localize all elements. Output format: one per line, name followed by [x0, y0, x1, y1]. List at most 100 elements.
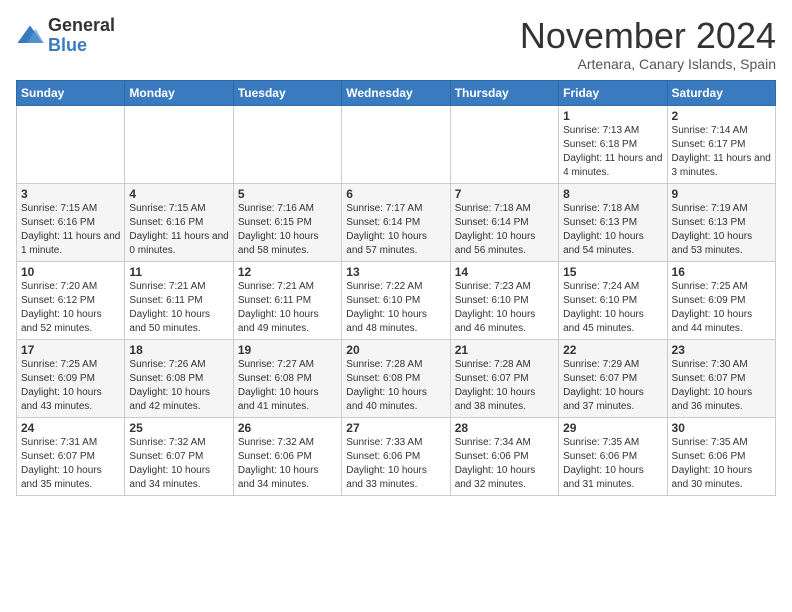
- calendar-cell: 21Sunrise: 7:28 AMSunset: 6:07 PMDayligh…: [450, 339, 558, 417]
- day-info: Sunrise: 7:25 AMSunset: 6:09 PMDaylight:…: [21, 358, 120, 414]
- calendar-cell: 29Sunrise: 7:35 AMSunset: 6:06 PMDayligh…: [559, 417, 667, 495]
- calendar-cell: 16Sunrise: 7:25 AMSunset: 6:09 PMDayligh…: [667, 261, 775, 339]
- month-title: November 2024: [520, 16, 776, 56]
- calendar-cell: 12Sunrise: 7:21 AMSunset: 6:11 PMDayligh…: [233, 261, 341, 339]
- day-info: Sunrise: 7:29 AMSunset: 6:07 PMDaylight:…: [563, 358, 662, 414]
- calendar-cell: 15Sunrise: 7:24 AMSunset: 6:10 PMDayligh…: [559, 261, 667, 339]
- weekday-header-tuesday: Tuesday: [233, 80, 341, 105]
- day-number: 17: [21, 343, 120, 357]
- calendar-table: SundayMondayTuesdayWednesdayThursdayFrid…: [16, 80, 776, 496]
- day-number: 16: [672, 265, 771, 279]
- calendar-cell: [450, 105, 558, 183]
- weekday-header-monday: Monday: [125, 80, 233, 105]
- logo: General Blue: [16, 16, 115, 56]
- calendar-cell: [125, 105, 233, 183]
- day-number: 5: [238, 187, 337, 201]
- day-number: 12: [238, 265, 337, 279]
- day-number: 4: [129, 187, 228, 201]
- day-info: Sunrise: 7:21 AMSunset: 6:11 PMDaylight:…: [129, 280, 228, 336]
- day-number: 14: [455, 265, 554, 279]
- calendar-cell: 2Sunrise: 7:14 AMSunset: 6:17 PMDaylight…: [667, 105, 775, 183]
- day-info: Sunrise: 7:15 AMSunset: 6:16 PMDaylight:…: [129, 202, 228, 258]
- day-info: Sunrise: 7:15 AMSunset: 6:16 PMDaylight:…: [21, 202, 120, 258]
- calendar-cell: 7Sunrise: 7:18 AMSunset: 6:14 PMDaylight…: [450, 183, 558, 261]
- logo-icon: [16, 22, 44, 50]
- calendar-cell: 6Sunrise: 7:17 AMSunset: 6:14 PMDaylight…: [342, 183, 450, 261]
- day-info: Sunrise: 7:20 AMSunset: 6:12 PMDaylight:…: [21, 280, 120, 336]
- day-info: Sunrise: 7:16 AMSunset: 6:15 PMDaylight:…: [238, 202, 337, 258]
- day-info: Sunrise: 7:13 AMSunset: 6:18 PMDaylight:…: [563, 124, 662, 180]
- day-info: Sunrise: 7:25 AMSunset: 6:09 PMDaylight:…: [672, 280, 771, 336]
- calendar-cell: 27Sunrise: 7:33 AMSunset: 6:06 PMDayligh…: [342, 417, 450, 495]
- day-number: 7: [455, 187, 554, 201]
- day-number: 10: [21, 265, 120, 279]
- logo-text: General Blue: [48, 16, 115, 56]
- day-info: Sunrise: 7:24 AMSunset: 6:10 PMDaylight:…: [563, 280, 662, 336]
- day-number: 13: [346, 265, 445, 279]
- logo-blue: Blue: [48, 36, 115, 56]
- week-row-5: 24Sunrise: 7:31 AMSunset: 6:07 PMDayligh…: [17, 417, 776, 495]
- day-info: Sunrise: 7:18 AMSunset: 6:14 PMDaylight:…: [455, 202, 554, 258]
- day-info: Sunrise: 7:28 AMSunset: 6:07 PMDaylight:…: [455, 358, 554, 414]
- calendar-cell: 4Sunrise: 7:15 AMSunset: 6:16 PMDaylight…: [125, 183, 233, 261]
- calendar-cell: 24Sunrise: 7:31 AMSunset: 6:07 PMDayligh…: [17, 417, 125, 495]
- week-row-3: 10Sunrise: 7:20 AMSunset: 6:12 PMDayligh…: [17, 261, 776, 339]
- day-info: Sunrise: 7:30 AMSunset: 6:07 PMDaylight:…: [672, 358, 771, 414]
- weekday-header-thursday: Thursday: [450, 80, 558, 105]
- day-info: Sunrise: 7:18 AMSunset: 6:13 PMDaylight:…: [563, 202, 662, 258]
- day-info: Sunrise: 7:23 AMSunset: 6:10 PMDaylight:…: [455, 280, 554, 336]
- day-number: 22: [563, 343, 662, 357]
- calendar-cell: 26Sunrise: 7:32 AMSunset: 6:06 PMDayligh…: [233, 417, 341, 495]
- week-row-1: 1Sunrise: 7:13 AMSunset: 6:18 PMDaylight…: [17, 105, 776, 183]
- calendar-cell: 20Sunrise: 7:28 AMSunset: 6:08 PMDayligh…: [342, 339, 450, 417]
- day-info: Sunrise: 7:27 AMSunset: 6:08 PMDaylight:…: [238, 358, 337, 414]
- day-number: 20: [346, 343, 445, 357]
- day-number: 9: [672, 187, 771, 201]
- day-number: 8: [563, 187, 662, 201]
- day-info: Sunrise: 7:32 AMSunset: 6:07 PMDaylight:…: [129, 436, 228, 492]
- day-info: Sunrise: 7:34 AMSunset: 6:06 PMDaylight:…: [455, 436, 554, 492]
- calendar-cell: 19Sunrise: 7:27 AMSunset: 6:08 PMDayligh…: [233, 339, 341, 417]
- day-info: Sunrise: 7:31 AMSunset: 6:07 PMDaylight:…: [21, 436, 120, 492]
- calendar-cell: 11Sunrise: 7:21 AMSunset: 6:11 PMDayligh…: [125, 261, 233, 339]
- calendar-cell: [17, 105, 125, 183]
- calendar-cell: 13Sunrise: 7:22 AMSunset: 6:10 PMDayligh…: [342, 261, 450, 339]
- weekday-header-row: SundayMondayTuesdayWednesdayThursdayFrid…: [17, 80, 776, 105]
- calendar-cell: 18Sunrise: 7:26 AMSunset: 6:08 PMDayligh…: [125, 339, 233, 417]
- week-row-4: 17Sunrise: 7:25 AMSunset: 6:09 PMDayligh…: [17, 339, 776, 417]
- location-subtitle: Artenara, Canary Islands, Spain: [520, 56, 776, 72]
- calendar-cell: 10Sunrise: 7:20 AMSunset: 6:12 PMDayligh…: [17, 261, 125, 339]
- day-info: Sunrise: 7:33 AMSunset: 6:06 PMDaylight:…: [346, 436, 445, 492]
- day-info: Sunrise: 7:14 AMSunset: 6:17 PMDaylight:…: [672, 124, 771, 180]
- calendar-cell: 1Sunrise: 7:13 AMSunset: 6:18 PMDaylight…: [559, 105, 667, 183]
- day-info: Sunrise: 7:26 AMSunset: 6:08 PMDaylight:…: [129, 358, 228, 414]
- day-number: 15: [563, 265, 662, 279]
- weekday-header-sunday: Sunday: [17, 80, 125, 105]
- calendar-cell: [233, 105, 341, 183]
- calendar-cell: 5Sunrise: 7:16 AMSunset: 6:15 PMDaylight…: [233, 183, 341, 261]
- weekday-header-saturday: Saturday: [667, 80, 775, 105]
- day-info: Sunrise: 7:21 AMSunset: 6:11 PMDaylight:…: [238, 280, 337, 336]
- calendar-cell: 3Sunrise: 7:15 AMSunset: 6:16 PMDaylight…: [17, 183, 125, 261]
- day-number: 3: [21, 187, 120, 201]
- day-number: 11: [129, 265, 228, 279]
- day-info: Sunrise: 7:28 AMSunset: 6:08 PMDaylight:…: [346, 358, 445, 414]
- day-number: 27: [346, 421, 445, 435]
- calendar-cell: 9Sunrise: 7:19 AMSunset: 6:13 PMDaylight…: [667, 183, 775, 261]
- day-info: Sunrise: 7:17 AMSunset: 6:14 PMDaylight:…: [346, 202, 445, 258]
- calendar-cell: 25Sunrise: 7:32 AMSunset: 6:07 PMDayligh…: [125, 417, 233, 495]
- weekday-header-wednesday: Wednesday: [342, 80, 450, 105]
- day-number: 6: [346, 187, 445, 201]
- day-number: 26: [238, 421, 337, 435]
- calendar-cell: [342, 105, 450, 183]
- title-area: November 2024 Artenara, Canary Islands, …: [520, 16, 776, 72]
- day-info: Sunrise: 7:22 AMSunset: 6:10 PMDaylight:…: [346, 280, 445, 336]
- day-number: 23: [672, 343, 771, 357]
- page-header: General Blue November 2024 Artenara, Can…: [16, 16, 776, 72]
- day-info: Sunrise: 7:35 AMSunset: 6:06 PMDaylight:…: [672, 436, 771, 492]
- day-info: Sunrise: 7:19 AMSunset: 6:13 PMDaylight:…: [672, 202, 771, 258]
- day-number: 24: [21, 421, 120, 435]
- day-info: Sunrise: 7:35 AMSunset: 6:06 PMDaylight:…: [563, 436, 662, 492]
- week-row-2: 3Sunrise: 7:15 AMSunset: 6:16 PMDaylight…: [17, 183, 776, 261]
- day-number: 19: [238, 343, 337, 357]
